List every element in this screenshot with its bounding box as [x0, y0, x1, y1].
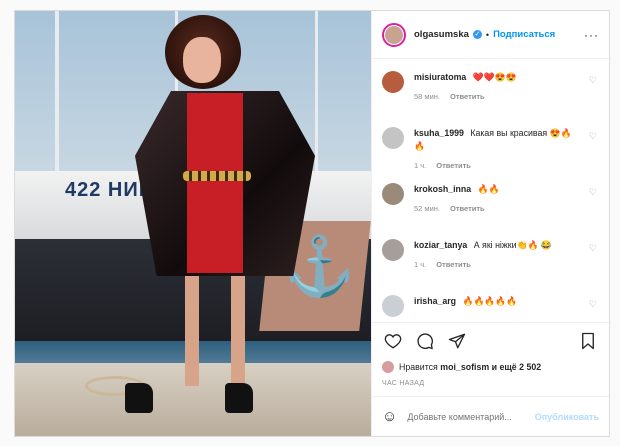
comment-username[interactable]: ksuha_1999	[414, 128, 464, 138]
liker-avatar	[382, 361, 394, 373]
comment-text: А які ніжки👏🔥 😂	[473, 240, 552, 250]
comment-time: 52 мин.	[414, 204, 440, 213]
comment-item: misiuratoma ❤️❤️😍😍 58 мин. Ответить ♡	[372, 67, 609, 123]
comment-item: irisha_arg 🔥🔥🔥🔥🔥 ♡	[372, 291, 609, 322]
instagram-post: 422 НИКА ⚓ olgasumska ✓ • Подписаться ··…	[14, 10, 610, 437]
reply-button[interactable]: Ответить	[436, 260, 471, 269]
gold-belt	[183, 171, 251, 181]
likes-prefix: Нравится	[399, 362, 438, 372]
right-boot	[225, 383, 253, 413]
like-comment-icon[interactable]: ♡	[589, 187, 597, 198]
comment-text: 🔥🔥🔥🔥🔥	[462, 296, 518, 306]
comment-time: 1 ч.	[414, 260, 427, 269]
comment-avatar[interactable]	[382, 239, 404, 261]
like-comment-icon[interactable]: ♡	[589, 131, 597, 142]
verified-icon: ✓	[472, 30, 482, 39]
comment-username[interactable]: misiuratoma	[414, 72, 466, 82]
post-photo[interactable]: 422 НИКА ⚓	[15, 11, 371, 436]
follow-button[interactable]: Подписаться	[493, 29, 555, 40]
post-actions	[372, 322, 609, 358]
right-leg	[231, 276, 245, 386]
share-icon[interactable]	[446, 330, 468, 352]
mast	[55, 11, 59, 181]
comment-input[interactable]	[407, 411, 535, 422]
comment-username[interactable]: koziar_tanya	[414, 240, 467, 250]
reply-button[interactable]: Ответить	[450, 204, 485, 213]
comment-item: ksuha_1999 Какая вы красивая 😍🔥🔥 1 ч. Отв…	[372, 123, 609, 179]
separator-dot: •	[485, 29, 490, 40]
emoji-icon[interactable]: ☺	[382, 408, 397, 425]
like-comment-icon[interactable]: ♡	[589, 299, 597, 310]
comment-text: 🔥🔥	[477, 184, 500, 194]
comment-time: 1 ч.	[414, 161, 427, 170]
like-comment-icon[interactable]: ♡	[589, 243, 597, 254]
like-comment-icon[interactable]: ♡	[589, 75, 597, 86]
add-comment-bar: ☺ Опубликовать	[372, 396, 609, 436]
publish-button[interactable]: Опубликовать	[535, 412, 599, 422]
likes-summary[interactable]: Нравится moi_sofism и ещё 2 502	[372, 358, 609, 376]
comment-username[interactable]: krokosh_inna	[414, 184, 471, 194]
model-figure	[125, 11, 325, 436]
comment-avatar[interactable]	[382, 183, 404, 205]
comment-icon[interactable]	[414, 330, 436, 352]
more-options-icon[interactable]: ···	[584, 28, 599, 42]
face	[183, 37, 221, 83]
liker-username[interactable]: moi_sofism	[440, 362, 489, 372]
comment-username[interactable]: irisha_arg	[414, 296, 456, 306]
likes-count[interactable]: и ещё 2 502	[492, 362, 542, 372]
comment-item: krokosh_inna 🔥🔥 52 мин. Ответить ♡	[372, 179, 609, 235]
comment-avatar[interactable]	[382, 71, 404, 93]
post-time: ЧАС НАЗАД	[382, 380, 425, 387]
left-boot	[125, 383, 153, 413]
comment-avatar[interactable]	[382, 295, 404, 317]
comment-text: ❤️❤️😍😍	[472, 72, 517, 82]
post-side-panel: olgasumska ✓ • Подписаться ··· misiurato…	[371, 11, 609, 436]
post-header: olgasumska ✓ • Подписаться ···	[372, 11, 609, 59]
bookmark-icon[interactable]	[577, 330, 599, 352]
left-leg	[185, 276, 199, 386]
comment-avatar[interactable]	[382, 127, 404, 149]
comment-time: 58 мин.	[414, 92, 440, 101]
reply-button[interactable]: Ответить	[436, 161, 471, 170]
reply-button[interactable]: Ответить	[450, 92, 485, 101]
comment-item: koziar_tanya А які ніжки👏🔥 😂 1 ч. Ответит…	[372, 235, 609, 291]
red-dress	[187, 93, 243, 273]
author-username[interactable]: olgasumska	[414, 29, 469, 40]
author-avatar[interactable]	[382, 22, 406, 47]
like-icon[interactable]	[382, 330, 404, 352]
comments-list[interactable]: misiuratoma ❤️❤️😍😍 58 мин. Ответить ♡ ksu…	[372, 59, 609, 322]
